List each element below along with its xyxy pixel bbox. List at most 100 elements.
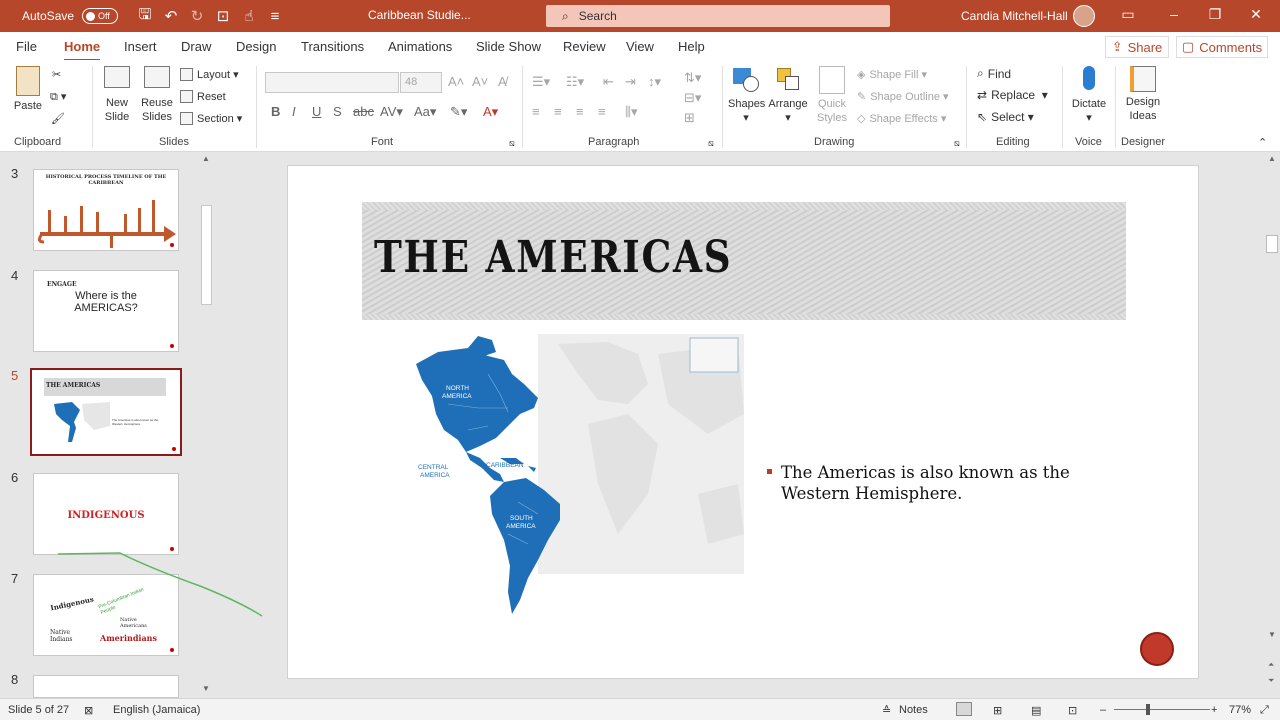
scroll-down-icon[interactable]: ▼: [1268, 630, 1276, 639]
scroll-up-icon[interactable]: ▲: [202, 154, 210, 163]
zoom-slider-track[interactable]: [1114, 709, 1210, 710]
ribbon-display-icon[interactable]: ▭: [1114, 6, 1142, 23]
thumbnail-slide-3[interactable]: HISTORICAL PROCESS TIMELINE OF THE CARIB…: [33, 169, 179, 251]
font-color-icon[interactable]: A▾: [483, 104, 498, 120]
zoom-slider-handle[interactable]: [1146, 704, 1150, 715]
tab-animations[interactable]: Animations: [388, 39, 452, 60]
search-box[interactable]: ⌕ Search: [546, 5, 890, 27]
tab-design[interactable]: Design: [236, 39, 276, 60]
tab-view[interactable]: View: [626, 39, 654, 60]
tab-review[interactable]: Review: [563, 39, 606, 60]
shape-effects-button[interactable]: ◇ Shape Effects ▾: [857, 112, 946, 126]
user-name[interactable]: Candia Mitchell-Hall: [961, 9, 1068, 23]
paragraph-dialog-launcher-icon[interactable]: ⧅: [708, 138, 714, 149]
slide-sorter-icon[interactable]: ⊞: [993, 704, 1002, 717]
document-title[interactable]: Caribbean Studie...: [368, 8, 471, 22]
replace-button[interactable]: ⇄ Replace ▾: [977, 88, 1048, 102]
arrange-button[interactable]: Arrange ▾: [767, 66, 809, 125]
tab-file[interactable]: File: [16, 39, 37, 60]
increase-indent-icon[interactable]: ⇥: [625, 74, 636, 90]
tab-slide-show[interactable]: Slide Show: [476, 39, 541, 60]
columns-icon[interactable]: ⫼▾: [625, 104, 638, 120]
tab-help[interactable]: Help: [678, 39, 705, 60]
font-name-box[interactable]: [265, 72, 399, 93]
select-button[interactable]: ⇖ Select ▾: [977, 110, 1034, 124]
notes-icon[interactable]: ≙: [882, 704, 891, 717]
tab-transitions[interactable]: Transitions: [301, 39, 364, 60]
tab-draw[interactable]: Draw: [181, 39, 211, 60]
accessibility-icon[interactable]: ⊠: [84, 704, 93, 717]
close-icon[interactable]: ✕: [1242, 6, 1270, 23]
numbering-icon[interactable]: ☷▾: [566, 74, 584, 90]
tab-insert[interactable]: Insert: [124, 39, 157, 60]
font-dialog-launcher-icon[interactable]: ⧅: [509, 138, 515, 149]
share-button[interactable]: ⇪ Share: [1105, 36, 1169, 58]
zoom-in-icon[interactable]: +: [1211, 704, 1217, 716]
notes-button[interactable]: Notes: [899, 704, 928, 716]
copy-icon[interactable]: ⧉ ▾: [50, 90, 66, 104]
slide-canvas[interactable]: THE AMERICAS NORTH AMERICA CENTRAL AMERI…: [287, 165, 1199, 679]
decrease-font-icon[interactable]: A˅: [472, 74, 488, 89]
increase-font-icon[interactable]: A˄: [448, 74, 464, 89]
new-slide-button[interactable]: New Slide: [100, 66, 134, 124]
restore-icon[interactable]: ❐: [1201, 6, 1229, 23]
section-button[interactable]: Section ▾: [180, 112, 242, 125]
dictate-button[interactable]: Dictate ▾: [1068, 66, 1110, 125]
normal-view-icon[interactable]: [956, 702, 972, 716]
scroll-down-icon[interactable]: ▼: [202, 684, 210, 693]
touch-mode-icon[interactable]: ☝: [236, 7, 262, 25]
save-icon[interactable]: 🖫: [132, 4, 158, 29]
shadow-icon[interactable]: S: [333, 104, 342, 119]
align-text-icon[interactable]: ⊟▾: [684, 90, 701, 106]
zoom-out-icon[interactable]: –: [1100, 704, 1106, 716]
zoom-level[interactable]: 77%: [1229, 704, 1251, 716]
shape-outline-button[interactable]: ✎ Shape Outline ▾: [857, 90, 949, 104]
font-size-box[interactable]: 48: [400, 72, 442, 93]
reading-view-icon[interactable]: ▤: [1031, 704, 1041, 717]
thumbnail-slide-8[interactable]: [33, 675, 179, 698]
minimize-icon[interactable]: –: [1160, 6, 1188, 22]
layout-button[interactable]: Layout ▾: [180, 68, 239, 81]
quick-styles-button[interactable]: Quick Styles: [812, 66, 852, 125]
avatar[interactable]: [1073, 5, 1095, 27]
clear-formatting-icon[interactable]: A̸: [498, 74, 507, 89]
format-painter-icon[interactable]: 🖌: [51, 112, 65, 125]
cut-icon[interactable]: ✂: [52, 68, 61, 81]
tab-home[interactable]: Home: [64, 39, 101, 62]
world-map[interactable]: NORTH AMERICA CENTRAL AMERICA CARIBBEAN …: [408, 334, 748, 624]
strikethrough-icon[interactable]: abc: [353, 104, 374, 119]
comments-button[interactable]: ▢ Comments: [1176, 36, 1268, 58]
justify-icon[interactable]: ≡: [598, 104, 606, 119]
fit-to-window-icon[interactable]: ⤢: [1260, 704, 1269, 717]
thumbnail-scroll-thumb[interactable]: [201, 205, 212, 305]
shapes-button[interactable]: Shapes ▾: [728, 66, 765, 125]
align-right-icon[interactable]: ≡: [576, 104, 584, 119]
previous-slide-icon[interactable]: ⏶: [1268, 660, 1274, 670]
thumbnail-slide-5[interactable]: THE AMERICAS The Americas is also known …: [30, 368, 182, 456]
slide-show-icon[interactable]: ⊡: [1068, 704, 1077, 717]
bold-icon[interactable]: B: [271, 104, 280, 119]
redo-icon[interactable]: ↻: [184, 7, 210, 25]
italic-icon[interactable]: I: [292, 104, 296, 119]
autosave-toggle[interactable]: Off: [82, 8, 119, 24]
smartart-icon[interactable]: ⊞: [684, 110, 695, 126]
decrease-indent-icon[interactable]: ⇤: [603, 74, 614, 90]
character-spacing-icon[interactable]: AV▾: [380, 104, 403, 120]
align-left-icon[interactable]: ≡: [532, 104, 540, 119]
change-case-icon[interactable]: Aa▾: [414, 104, 436, 120]
slide-badge-icon[interactable]: [1140, 632, 1174, 666]
text-direction-icon[interactable]: ⇅▾: [684, 70, 701, 86]
next-slide-icon[interactable]: ⏷: [1268, 676, 1274, 686]
slide-scrollbar[interactable]: ▲ ▼ ⏶ ⏷: [1264, 152, 1280, 698]
shape-fill-button[interactable]: ◈ Shape Fill ▾: [857, 68, 927, 82]
from-beginning-icon[interactable]: ⊡: [210, 7, 236, 25]
scroll-up-icon[interactable]: ▲: [1268, 154, 1276, 163]
customize-qat-icon[interactable]: ≡: [262, 8, 288, 25]
find-button[interactable]: ⌕ Find: [977, 66, 1011, 81]
thumbnail-slide-4[interactable]: ENGAGE Where is the AMERICAS?: [33, 270, 179, 352]
language-status[interactable]: English (Jamaica): [113, 704, 200, 716]
bullet-text[interactable]: The Americas is also known as the Wester…: [767, 462, 1111, 504]
underline-icon[interactable]: U: [312, 104, 321, 119]
line-spacing-icon[interactable]: ↕▾: [648, 74, 661, 90]
undo-icon[interactable]: ↶: [158, 7, 184, 25]
